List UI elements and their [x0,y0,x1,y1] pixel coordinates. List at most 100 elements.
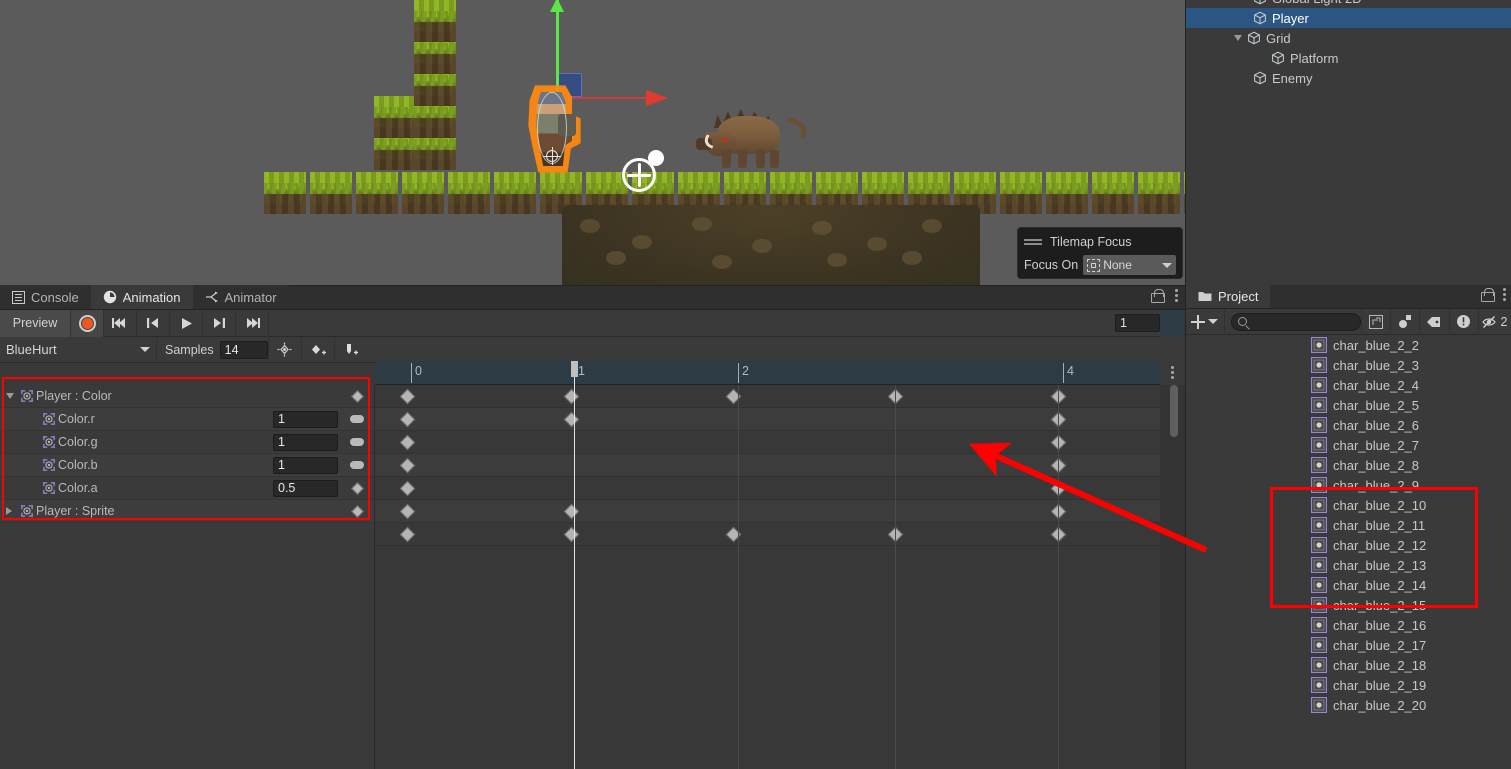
property-row[interactable]: Color.b 1 [0,454,374,477]
keyframe-marker[interactable] [399,503,415,520]
kebab-menu-icon[interactable] [1170,366,1175,380]
asset-list-item[interactable]: char_blue_2_15 [1186,595,1511,615]
gizmo-knob[interactable] [648,150,664,166]
property-group-row[interactable]: Player : Sprite [0,500,374,523]
constant-curve-indicator[interactable] [344,438,370,446]
scrollbar-thumb[interactable] [1170,385,1178,437]
record-button[interactable] [70,309,104,337]
keyframe-marker[interactable] [563,411,579,428]
animated-property-list[interactable]: Player : Color Color.r 1 Color.g 1 Color.b 1 Co… [0,385,375,769]
filter-by-type-button[interactable] [1389,308,1419,335]
keyframe-toggle-button[interactable] [344,481,370,495]
last-keyframe-button[interactable] [236,309,269,337]
add-keyframe-plus-button[interactable] [300,336,334,363]
add-asset-button[interactable] [1186,308,1225,335]
property-value-input[interactable]: 1 [273,410,338,428]
drag-handle-icon[interactable] [1024,238,1042,246]
keyframe-marker[interactable] [399,434,415,451]
asset-list-item[interactable]: char_blue_2_6 [1186,415,1511,435]
asset-list-item[interactable]: char_blue_2_16 [1186,615,1511,635]
hierarchy-item-player[interactable]: Player [1186,8,1511,28]
expander-open-icon[interactable] [1234,35,1242,41]
samples-input[interactable]: 14 [219,340,268,359]
add-event-button[interactable] [333,336,367,363]
dopesheet-row[interactable] [375,408,1160,431]
asset-list-item[interactable]: char_blue_2_17 [1186,635,1511,655]
dopesheet-row[interactable] [375,454,1160,477]
first-keyframe-button[interactable] [104,309,137,337]
asset-list-item[interactable]: char_blue_2_14 [1186,575,1511,595]
keyframe-marker[interactable] [399,411,415,428]
hierarchy-item-grid[interactable]: Grid [1186,28,1511,48]
tab-console[interactable]: Console [0,285,91,309]
panel-controls[interactable] [1151,289,1179,303]
asset-list-item[interactable]: char_blue_2_7 [1186,435,1511,455]
constant-curve-indicator[interactable] [344,461,370,469]
filter-warnings-button[interactable] [1448,308,1478,335]
timeline-ruler[interactable]: 0 1 2 4 [375,361,1160,385]
keyframe-marker[interactable] [399,388,415,405]
current-frame-input[interactable]: 1 [1115,314,1160,332]
property-value-input[interactable]: 1 [273,456,338,474]
animation-playback-toolbar[interactable]: Preview 1 [0,309,1185,337]
play-button[interactable] [170,309,203,337]
asset-list-item[interactable]: char_blue_2_10 [1186,495,1511,515]
enemy-game-object[interactable] [696,100,810,170]
search-input[interactable] [1230,312,1393,331]
animation-tab-bar[interactable]: Console Animation Animator [0,285,1185,310]
open-in-window-button[interactable] [1360,308,1390,335]
asset-list-item[interactable]: char_blue_2_12 [1186,535,1511,555]
property-group-row[interactable]: Player : Color [0,385,374,408]
property-value-input[interactable]: 0.5 [273,479,338,497]
lock-icon[interactable] [1481,288,1495,302]
expander-closed-icon[interactable] [6,507,20,515]
player-game-object[interactable] [528,85,581,173]
keyframe-toggle-button[interactable] [344,504,370,518]
panel-controls[interactable] [1481,288,1507,302]
previous-keyframe-button[interactable] [137,309,170,337]
dopesheet-row[interactable] [375,477,1160,500]
keyframe-toggle-button[interactable] [344,389,370,403]
property-value-input[interactable]: 1 [273,433,338,451]
dopesheet[interactable] [375,385,1160,769]
filter-by-label-button[interactable] [1419,308,1448,335]
hierarchy-panel[interactable]: Global Light 2D Player Grid Platform Enemy [1185,0,1511,285]
clip-selector-dropdown[interactable]: BlueHurt [0,336,157,363]
tab-animation[interactable]: Animation [90,285,193,309]
keyframe-marker[interactable] [563,526,579,543]
asset-list-item[interactable]: char_blue_2_18 [1186,655,1511,675]
keyframe-marker[interactable] [399,526,415,543]
keyframe-marker[interactable] [563,503,579,520]
asset-list-item[interactable]: char_blue_2_11 [1186,515,1511,535]
add-keyframe-button[interactable] [267,336,301,363]
asset-list-item[interactable]: char_blue_2_2 [1186,335,1511,355]
animation-panel[interactable]: Console Animation Animator Preview 1 Blu… [0,285,1185,769]
asset-list-item[interactable]: char_blue_2_4 [1186,375,1511,395]
asset-list-item[interactable]: char_blue_2_8 [1186,455,1511,475]
asset-list-item[interactable]: char_blue_2_9 [1186,475,1511,495]
hierarchy-item-global-light-2d[interactable]: Global Light 2D [1186,0,1511,8]
next-keyframe-button[interactable] [203,309,236,337]
hidden-assets-button[interactable]: 2 [1477,308,1511,335]
dopesheet-row[interactable] [375,523,1160,546]
playhead[interactable] [571,361,578,769]
dopesheet-row[interactable] [375,500,1160,523]
tilemap-focus-overlay[interactable]: Tilemap Focus Focus On None [1017,227,1183,279]
lock-icon[interactable] [1151,289,1165,303]
tab-animator[interactable]: Animator [192,285,289,309]
asset-list-item[interactable]: char_blue_2_19 [1186,675,1511,695]
gizmo-y-arrow-icon[interactable] [550,0,564,12]
playhead-handle[interactable] [571,361,578,377]
scene-view[interactable]: Tilemap Focus Focus On None [0,0,1185,285]
project-panel[interactable]: Project 2 char_blue_2_2 char_blue_2_3 ch… [1185,284,1511,769]
keyframe-marker[interactable] [399,457,415,474]
gizmo-x-arrow-icon[interactable] [646,90,668,106]
project-tab-bar[interactable]: Project [1186,284,1511,309]
project-asset-list[interactable]: char_blue_2_2 char_blue_2_3 char_blue_2_4 c… [1186,335,1511,769]
asset-list-item[interactable]: char_blue_2_20 [1186,695,1511,715]
property-row[interactable]: Color.r 1 [0,408,374,431]
animation-clip-toolbar[interactable]: BlueHurt Samples 14 [0,336,1185,363]
asset-list-item[interactable]: char_blue_2_13 [1186,555,1511,575]
keyframe-marker[interactable] [563,388,579,405]
dopesheet-row[interactable] [375,431,1160,454]
